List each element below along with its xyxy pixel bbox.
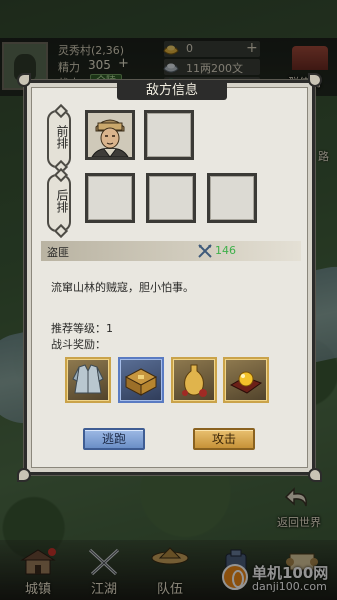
back-row-tag: 后排 [47,174,71,232]
reward-item-4[interactable] [223,357,269,403]
combat-power-value: 146 [215,244,236,257]
corner-ornament [17,468,31,482]
flee-button[interactable]: 逃跑 [83,428,145,450]
reward-item-2[interactable] [118,357,164,403]
enemy-slot-back-3[interactable] [207,173,257,223]
recommended-level: 推荐等级：1 [51,322,113,335]
robe-icon [72,364,104,394]
enemy-description: 流窜山林的贼寇，胆小怕事。 [51,281,194,294]
corner-ornament [17,73,31,87]
dialog-title: 敌方信息 [117,82,227,100]
treasure-chest-icon [124,368,158,396]
corner-ornament [308,73,322,87]
reward-item-1[interactable] [65,357,111,403]
corner-ornament [308,468,322,482]
front-row-label: 前排 [55,125,69,149]
orb-icon [229,371,263,394]
enemy-slot-back-1[interactable] [85,173,135,223]
enemy-info-dialog: 敌方信息 前排 后排 盗匪 146 流窜山林的贼寇，胆小怕事。 推荐等级：1 战… [17,73,322,482]
enemy-slot-front-2[interactable] [144,110,194,160]
enemy-name: 盗匪 [47,246,69,259]
front-row-tag: 前排 [47,110,71,168]
vase-icon [182,364,207,397]
bandit-portrait-icon [88,113,132,158]
enemy-info-bar: 盗匪 146 [41,241,301,261]
rewards-label: 战斗奖励： [51,338,106,351]
reward-item-3[interactable] [171,357,217,403]
enemy-slot-back-2[interactable] [146,173,196,223]
attack-button[interactable]: 攻击 [193,428,255,450]
enemy-slot-front-1[interactable] [85,110,135,160]
back-row-label: 后排 [55,189,69,213]
combat-power-icon [198,244,212,258]
